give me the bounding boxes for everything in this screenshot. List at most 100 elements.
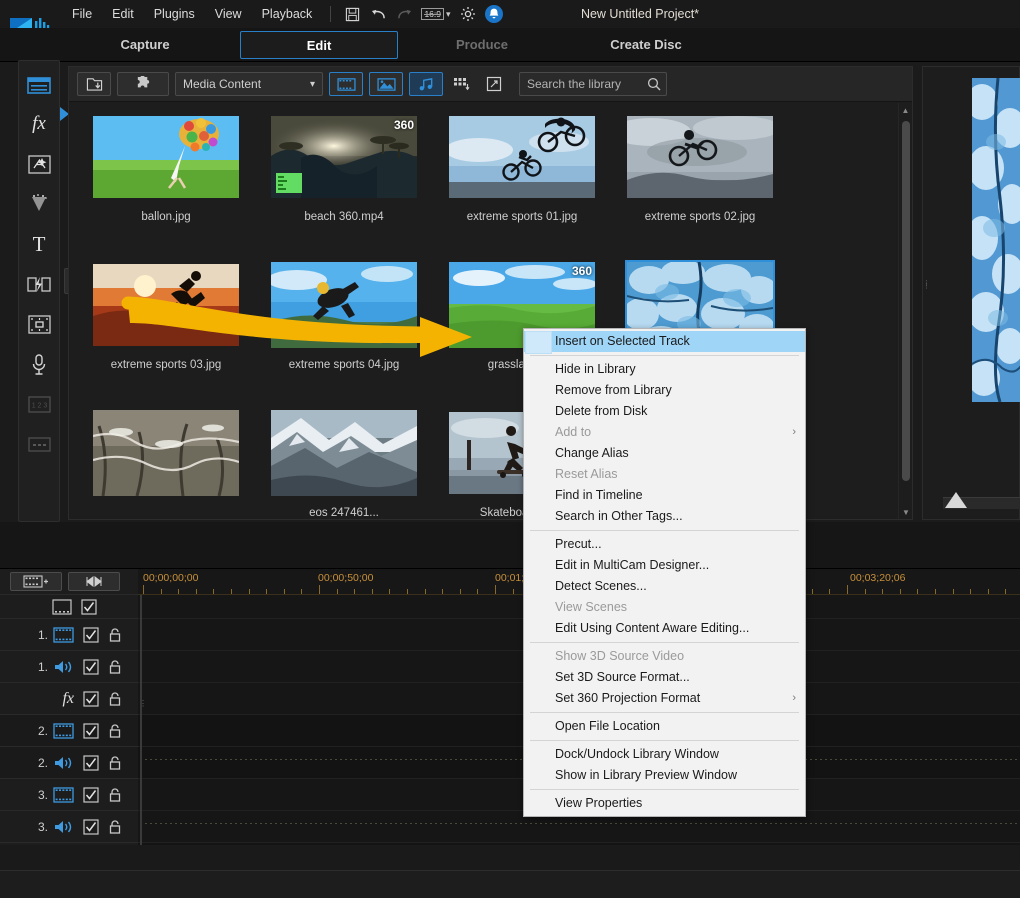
track-header-video-3[interactable]: 3. [0,779,138,811]
track-lock-icon[interactable] [108,691,122,707]
list-item[interactable]: extreme sports 04.jpg [263,256,425,399]
track-visible-checkbox[interactable] [83,786,99,803]
context-menu-item[interactable]: Detect Scenes... [524,576,805,597]
context-menu-item[interactable]: Open File Location [524,716,805,737]
badge-360: 360 [571,263,592,278]
save-icon[interactable] [339,1,365,27]
track-divider-dotted [140,823,1020,824]
sort-icon[interactable] [449,72,475,96]
track-lock-icon[interactable] [108,755,122,771]
tab-capture[interactable]: Capture [62,31,228,59]
context-menu-item[interactable]: Hide in Library [524,359,805,380]
track-lock-icon[interactable] [108,723,122,739]
track-header-audio-2[interactable]: 2. [0,747,138,779]
voice-record-icon[interactable] [19,344,59,384]
context-menu-item[interactable]: Change Alias [524,443,805,464]
track-visible-checkbox[interactable] [81,598,97,615]
import-media-icon[interactable] [77,72,111,96]
context-menu-item[interactable]: Find in Timeline [524,485,805,506]
context-menu-item[interactable]: Edit Using Content Aware Editing... [524,618,805,639]
track-number: 1. [37,659,48,674]
context-menu-item[interactable]: Delete from Disk [524,401,805,422]
scroll-up-icon[interactable]: ▲ [899,103,912,117]
menu-file[interactable]: File [62,0,102,28]
show-audio-icon[interactable] [409,72,443,96]
context-menu-item[interactable]: View Properties [524,793,805,814]
scroll-down-icon[interactable]: ▼ [899,505,913,519]
particle-icon[interactable] [19,184,59,224]
track-lock-icon[interactable] [108,659,122,675]
context-menu-item[interactable]: Insert on Selected Track [524,331,805,354]
list-item[interactable]: extreme sports 01.jpg [441,108,603,251]
menu-plugins[interactable]: Plugins [144,0,205,28]
preview-image [972,78,1020,402]
undo-icon[interactable] [365,1,391,27]
plugin-puzzle-icon[interactable] [117,72,169,96]
track-header-audio-1[interactable]: 1. [0,651,138,683]
track-visible-checkbox[interactable] [83,658,99,675]
library-search-box[interactable]: Search the library [519,72,667,96]
list-item[interactable]: extreme sports 02.jpg [619,108,781,251]
context-menu-item[interactable]: Search in Other Tags... [524,506,805,527]
list-item[interactable] [85,404,247,519]
list-item[interactable]: eos 247461... [263,404,425,519]
media-icon[interactable] [19,64,59,104]
track-header-project[interactable] [0,595,138,619]
tab-produce[interactable]: Produce [404,31,560,59]
redo-icon[interactable] [391,1,417,27]
list-item[interactable]: 360 beach 360.mp4 [263,108,425,251]
notification-bell-icon[interactable] [481,1,507,27]
fx-filter-icon[interactable]: fx [19,104,59,144]
title-text-icon[interactable]: T [19,224,59,264]
track-header-video-1[interactable]: 1. [0,619,138,651]
enlarge-thumbnails-icon[interactable] [481,72,507,96]
path-icon[interactable] [19,304,59,344]
context-menu-item[interactable]: Show in Library Preview Window [524,765,805,786]
menu-playback[interactable]: Playback [252,0,323,28]
show-videos-icon[interactable] [329,72,363,96]
search-input[interactable]: Search the library [527,77,621,91]
context-menu-item[interactable]: Remove from Library [524,380,805,401]
track-lock-icon[interactable] [108,819,122,835]
track-visible-checkbox[interactable] [83,690,99,707]
track-visible-checkbox[interactable] [83,818,99,835]
scrollbar-thumb[interactable] [902,121,910,481]
context-menu-item[interactable]: Set 3D Source Format... [524,667,805,688]
add-track-icon[interactable] [10,572,62,591]
context-menu-item-label: Precut... [555,537,602,551]
context-menu-item-label: Find in Timeline [555,488,643,502]
menu-edit[interactable]: Edit [102,0,144,28]
menu-view[interactable]: View [205,0,252,28]
track-lock-icon[interactable] [108,627,122,643]
track-visible-checkbox[interactable] [83,722,99,739]
ripple-edit-icon[interactable] [68,572,120,591]
track-visible-checkbox[interactable] [83,754,99,771]
tab-edit[interactable]: Edit [240,31,398,59]
media-content-select[interactable]: Media Content ▾ [175,72,323,96]
graphic-icon[interactable] [19,264,59,304]
show-photos-icon[interactable] [369,72,403,96]
thumbnail-wrap [271,256,417,353]
context-menu-item[interactable]: Set 360 Projection Format › [524,688,805,709]
subtitle-icon[interactable] [19,424,59,464]
aspect-ratio-icon[interactable]: 16:9 ▾ [417,1,455,27]
transition-icon[interactable] [19,144,59,184]
track-visible-checkbox[interactable] [83,626,99,643]
track-header-audio-3[interactable]: 3. [0,811,138,843]
track-header-fx[interactable]: fx [0,683,138,715]
track-header-video-2[interactable]: 2. [0,715,138,747]
track-lock-icon[interactable] [108,787,122,803]
panel-grip-dots[interactable]: ⁝ ⁝ [925,279,928,291]
tab-create-disc[interactable]: Create Disc [568,31,724,59]
list-item[interactable]: extreme sports 03.jpg [85,256,247,399]
context-menu-item[interactable]: Precut... [524,534,805,555]
preview-scrub-handle[interactable] [945,492,967,508]
sequence-icon[interactable]: 1 2 3 [19,384,59,424]
timeline-grip-dots[interactable]: ⋮ [139,700,147,737]
context-menu-item[interactable]: Edit in MultiCam Designer... [524,555,805,576]
list-item[interactable]: ballon.jpg [85,108,247,251]
library-scrollbar[interactable]: ▲ ▼ [898,103,912,519]
settings-gear-icon[interactable] [455,1,481,27]
thumbnail-wrap [93,256,239,353]
context-menu-item[interactable]: Dock/Undock Library Window [524,744,805,765]
